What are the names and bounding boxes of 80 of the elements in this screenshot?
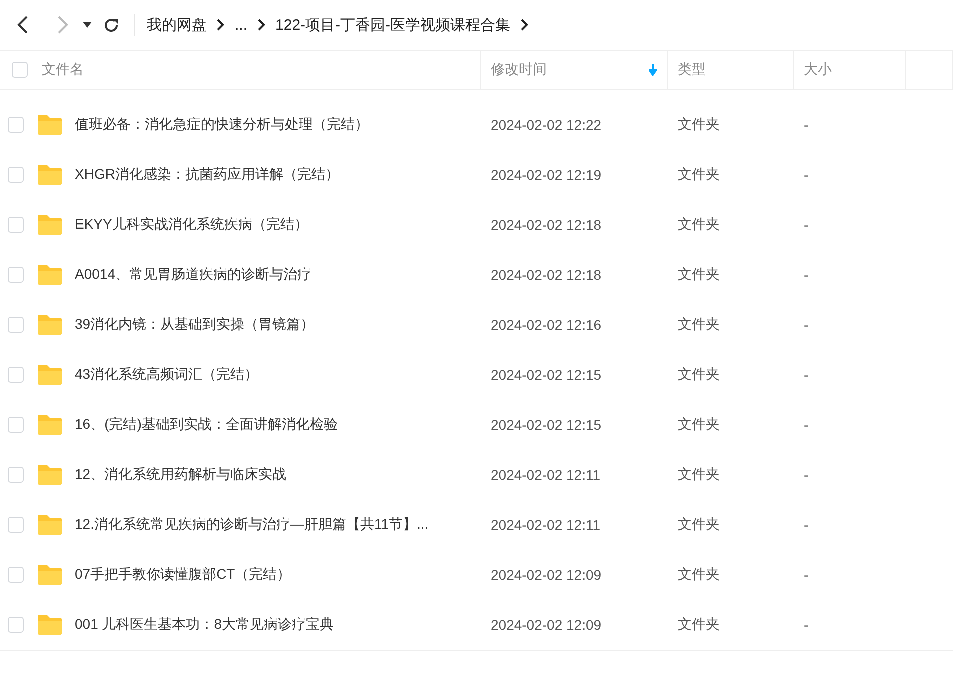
- file-type: 文件夹: [677, 466, 721, 484]
- column-header[interactable]: 类型: [678, 61, 706, 79]
- folder-icon: [37, 614, 63, 636]
- folder-name[interactable]: 43消化系统高频词汇（完结）: [75, 366, 259, 384]
- folder-name[interactable]: XHGR消化感染：抗菌药应用详解（完结）: [75, 166, 340, 184]
- row-checkbox[interactable]: [8, 217, 24, 233]
- column-header[interactable]: 文件名: [42, 61, 84, 79]
- file-size: -: [803, 117, 810, 133]
- select-all-checkbox[interactable]: [12, 62, 28, 78]
- file-size: -: [803, 267, 810, 283]
- row-checkbox[interactable]: [8, 317, 24, 333]
- file-type: 文件夹: [677, 216, 721, 234]
- folder-icon: [37, 564, 63, 586]
- modified-time: 2024-02-02 12:22: [490, 117, 603, 133]
- chevron-icon: [258, 19, 266, 31]
- row-checkbox[interactable]: [8, 567, 24, 583]
- modified-time: 2024-02-02 12:09: [490, 617, 603, 633]
- modified-time: 2024-02-02 12:18: [490, 217, 603, 233]
- file-size: -: [803, 317, 810, 333]
- row-checkbox[interactable]: [8, 367, 24, 383]
- folder-name[interactable]: 07手把手教你读懂腹部CT（完结）: [75, 566, 292, 584]
- file-size: -: [803, 417, 810, 433]
- file-type: 文件夹: [677, 316, 721, 334]
- file-size: -: [803, 167, 810, 183]
- file-size: -: [803, 567, 810, 583]
- folder-icon: [37, 164, 63, 186]
- folder-icon: [37, 264, 63, 286]
- column-header[interactable]: 修改时间: [491, 61, 547, 79]
- folder-name[interactable]: 16、(完结)基础到实战：全面讲解消化检验: [75, 416, 338, 434]
- row-checkbox[interactable]: [8, 267, 24, 283]
- modified-time: 2024-02-02 12:19: [490, 167, 603, 183]
- breadcrumb-link[interactable]: 122-项目-丁香园-医学视频课程合集: [276, 16, 511, 34]
- column-header[interactable]: 大小: [804, 61, 832, 79]
- row-checkbox[interactable]: [8, 167, 24, 183]
- row-checkbox[interactable]: [8, 467, 24, 483]
- folder-name[interactable]: EKYY儿科实战消化系统疾病（完结）: [75, 216, 308, 234]
- modified-time: 2024-02-02 12:11: [490, 517, 602, 533]
- modified-time: 2024-02-02 12:15: [490, 367, 603, 383]
- modified-time: 2024-02-02 12:18: [490, 267, 603, 283]
- breadcrumb-link[interactable]: ...: [235, 16, 248, 34]
- file-size: -: [803, 467, 810, 483]
- modified-time: 2024-02-02 12:15: [490, 417, 603, 433]
- file-type: 文件夹: [677, 416, 721, 434]
- modified-time: 2024-02-02 12:16: [490, 317, 603, 333]
- folder-icon: [37, 314, 63, 336]
- caret-icon[interactable]: [82, 22, 92, 28]
- chevron-icon: [520, 19, 529, 31]
- row-checkbox[interactable]: [8, 517, 24, 533]
- folder-icon: [37, 364, 63, 386]
- folder-name[interactable]: 12.消化系统常见疾病的诊断与治疗—肝胆篇【共11节】...: [75, 516, 429, 534]
- folder-name[interactable]: A0014、常见胃肠道疾病的诊断与治疗: [75, 266, 312, 284]
- row-checkbox[interactable]: [8, 117, 24, 133]
- folder-icon: [37, 214, 63, 236]
- file-type: 文件夹: [677, 366, 721, 384]
- folder-name[interactable]: 值班必备：消化急症的快速分析与处理（完结）: [75, 116, 369, 134]
- row-checkbox[interactable]: [8, 417, 24, 433]
- modified-time: 2024-02-02 12:09: [490, 567, 603, 583]
- file-size: -: [803, 367, 810, 383]
- modified-time: 2024-02-02 12:11: [490, 467, 602, 483]
- folder-icon: [37, 414, 63, 436]
- file-type: 文件夹: [677, 616, 721, 634]
- file-type: 文件夹: [677, 266, 721, 284]
- row-checkbox[interactable]: [8, 617, 24, 633]
- file-type: 文件夹: [677, 566, 721, 584]
- file-type: 文件夹: [677, 516, 721, 534]
- folder-name[interactable]: 001 儿科医生基本功：8大常见病诊疗宝典: [75, 616, 334, 634]
- file-size: -: [803, 617, 810, 633]
- sort-arrow-icon[interactable]: [649, 64, 657, 76]
- folder-name[interactable]: 12、消化系统用药解析与临床实战: [75, 466, 287, 484]
- breadcrumb-link[interactable]: 我的网盘: [147, 16, 207, 34]
- folder-name[interactable]: 39消化内镜：从基础到实操（胃镜篇）: [75, 316, 315, 334]
- file-size: -: [803, 517, 810, 533]
- file-type: 文件夹: [677, 166, 721, 184]
- file-size: -: [803, 217, 810, 233]
- folder-icon: [37, 514, 63, 536]
- folder-icon: [37, 114, 63, 136]
- file-type: 文件夹: [677, 116, 721, 134]
- chevron-icon: [217, 19, 225, 31]
- folder-icon: [37, 464, 63, 486]
- refresh-icon[interactable]: [102, 16, 120, 34]
